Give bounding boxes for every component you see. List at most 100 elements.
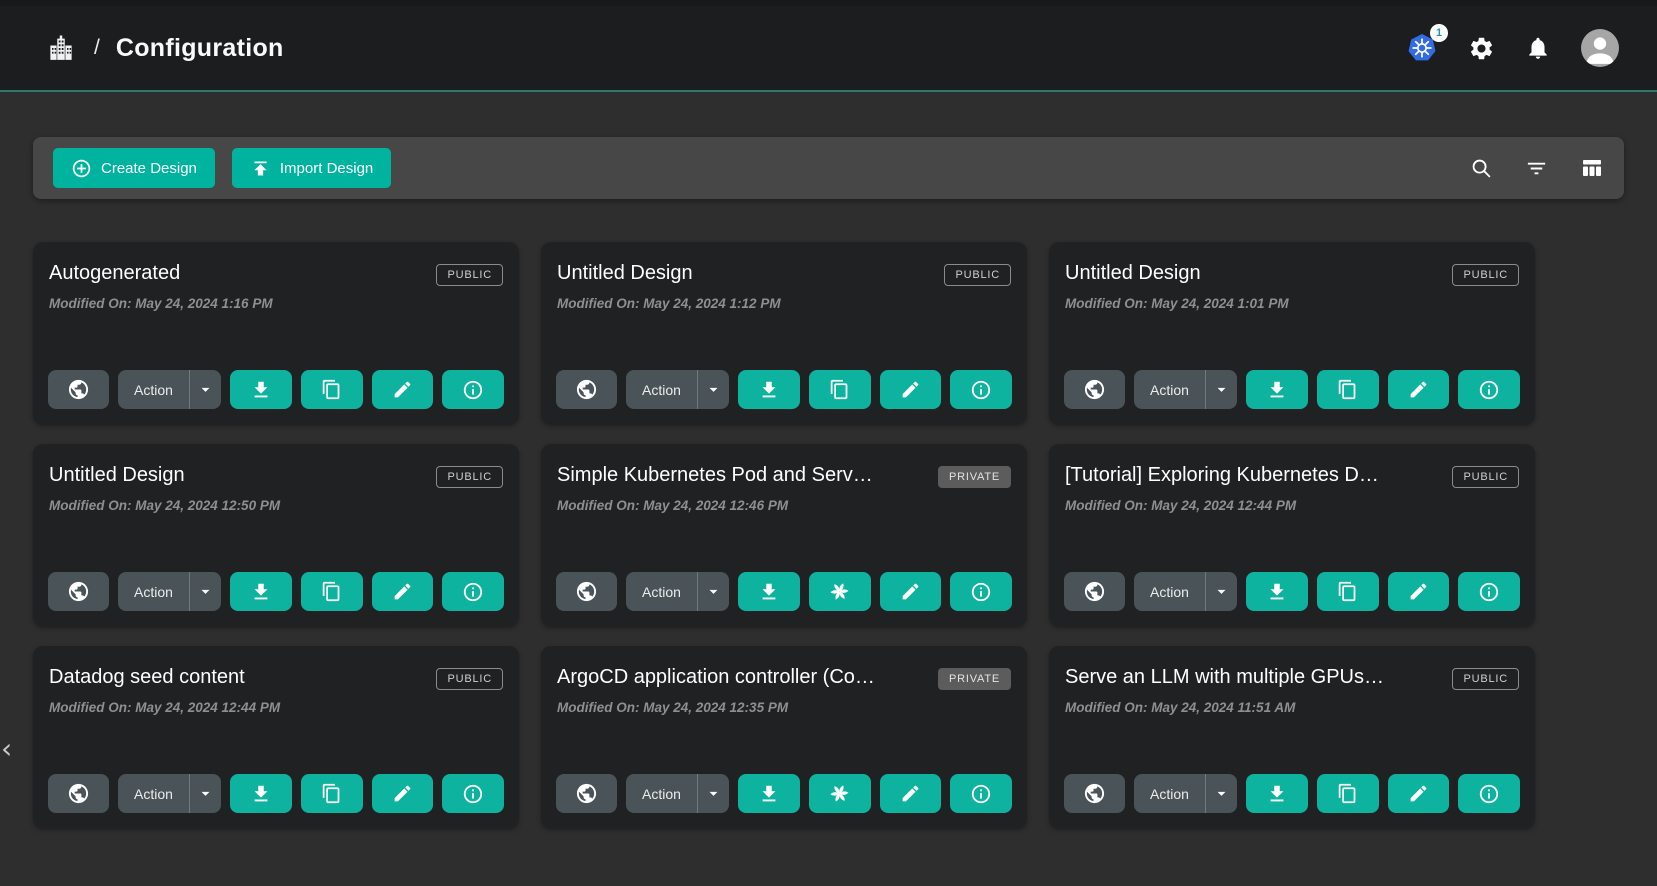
chevron-down-icon [704,582,723,601]
action-split-button[interactable]: Action [626,572,729,611]
edit-button[interactable] [880,370,942,409]
action-dropdown-toggle[interactable] [190,370,221,409]
visibility-globe-button[interactable] [1064,774,1125,813]
clone-button[interactable] [301,370,363,409]
table-view-button[interactable] [1580,156,1604,180]
action-button-label[interactable]: Action [118,786,189,802]
action-dropdown-toggle[interactable] [1206,774,1237,813]
notifications-button[interactable] [1525,35,1551,61]
visibility-globe-button[interactable] [48,370,109,409]
info-button[interactable] [442,774,504,813]
action-split-button[interactable]: Action [118,370,221,409]
info-button[interactable] [1458,774,1520,813]
kanvas-button[interactable] [809,572,871,611]
download-button[interactable] [230,774,292,813]
download-button[interactable] [1246,370,1308,409]
visibility-globe-button[interactable] [556,370,617,409]
action-split-button[interactable]: Action [1134,572,1237,611]
card-header: Datadog seed content PUBLIC [49,666,503,690]
search-button[interactable] [1470,157,1493,180]
action-split-button[interactable]: Action [1134,774,1237,813]
action-split-button[interactable]: Action [118,774,221,813]
action-button-label[interactable]: Action [626,584,697,600]
info-button[interactable] [950,370,1012,409]
design-title: Simple Kubernetes Pod and Serv… [557,464,873,487]
visibility-globe-button[interactable] [48,572,109,611]
card-header: Untitled Design PUBLIC [1065,262,1519,286]
design-title: Untitled Design [557,262,693,285]
action-dropdown-toggle[interactable] [1206,370,1237,409]
download-button[interactable] [1246,572,1308,611]
kanvas-swirl-icon [828,580,851,603]
action-dropdown-toggle[interactable] [698,774,729,813]
clone-button[interactable] [1317,572,1379,611]
modified-on-text: Modified On: May 24, 2024 12:50 PM [49,498,503,513]
action-split-button[interactable]: Action [626,774,729,813]
import-design-label: Import Design [280,160,373,177]
visibility-globe-button[interactable] [556,572,617,611]
action-button-label[interactable]: Action [626,786,697,802]
action-dropdown-toggle[interactable] [698,572,729,611]
visibility-globe-button[interactable] [556,774,617,813]
kubernetes-context-button[interactable]: 1 [1406,32,1438,64]
info-button[interactable] [442,572,504,611]
info-button[interactable] [442,370,504,409]
action-split-button[interactable]: Action [1134,370,1237,409]
create-design-button[interactable]: Create Design [53,148,215,188]
visibility-globe-button[interactable] [1064,370,1125,409]
action-split-button[interactable]: Action [118,572,221,611]
visibility-badge: PUBLIC [436,466,503,488]
settings-button[interactable] [1468,35,1495,62]
clone-button[interactable] [301,572,363,611]
filter-button[interactable] [1525,157,1548,180]
edit-button[interactable] [880,774,942,813]
action-dropdown-toggle[interactable] [190,774,221,813]
info-button[interactable] [1458,572,1520,611]
kanvas-button[interactable] [809,774,871,813]
edit-button[interactable] [880,572,942,611]
edit-button[interactable] [372,370,434,409]
visibility-globe-button[interactable] [48,774,109,813]
edit-button[interactable] [372,774,434,813]
edit-pencil-icon [900,581,921,602]
drawer-collapse-chevron[interactable]: ‹ [1,732,12,766]
action-dropdown-toggle[interactable] [1206,572,1237,611]
modified-on-text: Modified On: May 24, 2024 12:35 PM [557,700,1011,715]
download-button[interactable] [230,370,292,409]
action-button-label[interactable]: Action [1134,786,1205,802]
action-button-label[interactable]: Action [118,382,189,398]
action-dropdown-toggle[interactable] [698,370,729,409]
clone-button[interactable] [1317,370,1379,409]
edit-button[interactable] [1388,370,1450,409]
clone-button[interactable] [1317,774,1379,813]
card-header: Autogenerated PUBLIC [49,262,503,286]
download-button[interactable] [738,370,800,409]
user-avatar[interactable] [1581,29,1619,67]
action-split-button[interactable]: Action [626,370,729,409]
clone-button[interactable] [809,370,871,409]
info-button[interactable] [950,572,1012,611]
action-button-label[interactable]: Action [1134,584,1205,600]
download-button[interactable] [1246,774,1308,813]
download-button[interactable] [738,572,800,611]
edit-button[interactable] [1388,572,1450,611]
header-actions: 1 [1406,29,1619,67]
action-button-label[interactable]: Action [1134,382,1205,398]
info-button[interactable] [1458,370,1520,409]
edit-button[interactable] [1388,774,1450,813]
clone-button[interactable] [301,774,363,813]
organization-building-icon[interactable] [46,33,76,63]
chevron-down-icon [196,582,215,601]
action-dropdown-toggle[interactable] [190,572,221,611]
download-icon [250,379,272,401]
edit-button[interactable] [372,572,434,611]
visibility-globe-button[interactable] [1064,572,1125,611]
download-button[interactable] [230,572,292,611]
action-button-label[interactable]: Action [626,382,697,398]
info-button[interactable] [950,774,1012,813]
download-button[interactable] [738,774,800,813]
import-design-button[interactable]: Import Design [232,148,391,188]
card-header: Untitled Design PUBLIC [49,464,503,488]
action-button-label[interactable]: Action [118,584,189,600]
globe-icon [575,580,598,603]
